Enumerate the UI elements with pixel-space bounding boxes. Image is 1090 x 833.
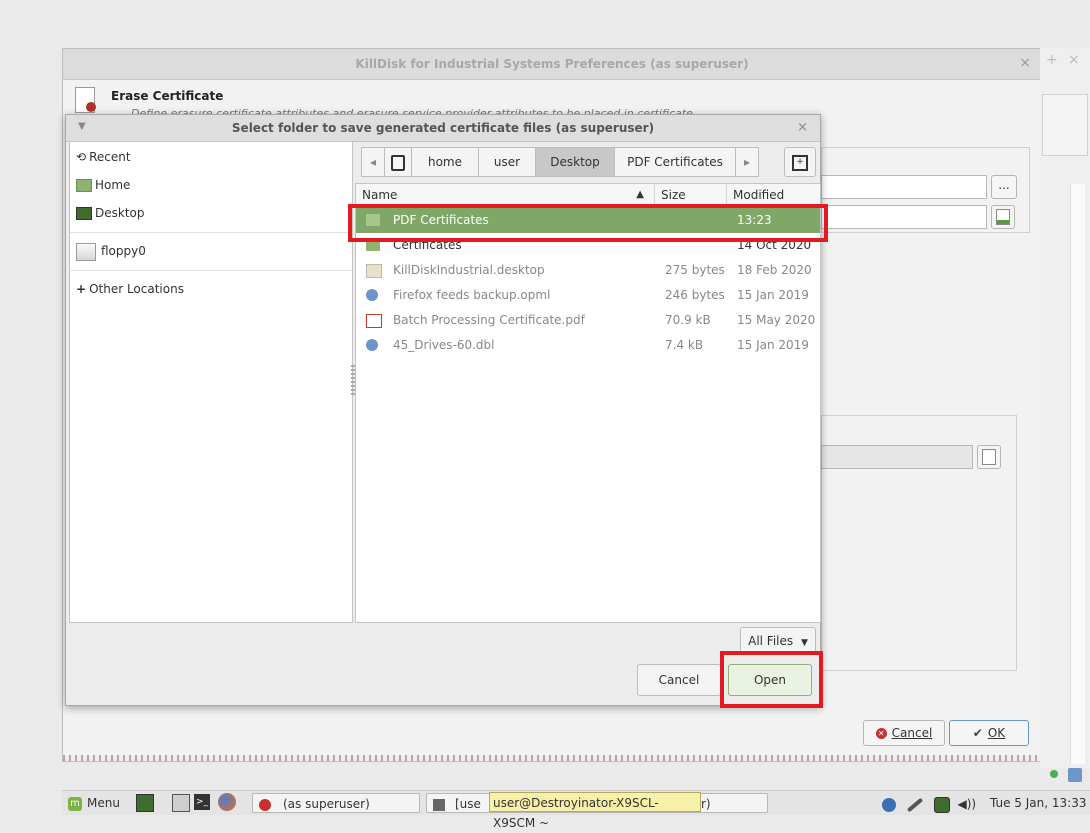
sidebar-item-home[interactable]: Home <box>76 174 130 196</box>
terminal-launcher-icon[interactable]: >_ <box>194 794 210 810</box>
sidebar-item-recent[interactable]: ⟲ Recent <box>76 146 131 168</box>
new-folder-button[interactable]: + <box>784 147 816 177</box>
preferences-titlebar: KillDisk for Industrial Systems Preferen… <box>63 49 1041 80</box>
side-scrollbar[interactable] <box>1070 184 1085 764</box>
firefox-launcher-icon[interactable] <box>218 793 236 811</box>
dialog-open-button[interactable]: Open <box>728 664 812 696</box>
preferences-ok-button[interactable]: ✔ OK <box>949 720 1029 746</box>
provider-pick-button[interactable] <box>977 445 1001 469</box>
plus-icon: + <box>76 282 87 296</box>
path-bar: ◂ home user Desktop PDF Certificates ▸ <box>361 147 816 177</box>
tray-icons: ◀)) <box>882 794 976 814</box>
list-item[interactable]: PDF Certificates 13:23 <box>356 208 820 233</box>
dialog-titlebar: ▼ Select folder to save generated certif… <box>66 115 820 142</box>
logo-path-field[interactable] <box>821 205 987 229</box>
menu-button[interactable]: m Menu <box>68 793 120 813</box>
chevron-down-icon: ▼ <box>800 638 808 648</box>
pane-resize-handle[interactable] <box>351 365 355 395</box>
provider-field[interactable] <box>821 445 973 469</box>
section-title: Erase Certificate <box>111 89 224 103</box>
volume-icon[interactable]: ◀)) <box>957 797 976 811</box>
preferences-title: KillDisk for Industrial Systems Preferen… <box>355 57 749 71</box>
files-launcher-icon[interactable] <box>172 794 190 812</box>
globe-icon <box>366 289 378 301</box>
shield-icon[interactable] <box>882 797 896 812</box>
pick-file-button[interactable] <box>991 205 1015 229</box>
crumb-pdf-certificates[interactable]: PDF Certificates <box>614 147 736 177</box>
certificate-path-field[interactable] <box>821 175 987 199</box>
column-modified[interactable]: Modified <box>727 184 820 206</box>
side-close-icon[interactable]: × <box>1068 52 1080 68</box>
globe-icon <box>366 339 378 351</box>
taskbar-window-preferences[interactable]: (as superuser) <box>252 793 420 813</box>
folder-icon <box>366 239 380 251</box>
sidebar-separator <box>70 270 352 271</box>
places-sidebar: ⟲ Recent Home Desktop floppy0 + Other Loca… <box>69 141 353 623</box>
file-pick-icon <box>982 449 996 465</box>
file-list-header: Name ▲ Size Modified <box>356 184 820 207</box>
mint-logo-icon: m <box>68 796 82 811</box>
column-size[interactable]: Size <box>655 184 727 206</box>
dialog-title: Select folder to save generated certific… <box>231 121 655 135</box>
desktop-file-icon <box>366 264 382 278</box>
new-folder-icon: + <box>792 154 808 171</box>
preferences-close-icon[interactable]: × <box>1019 55 1031 71</box>
dialog-cancel-button[interactable]: Cancel <box>637 664 721 696</box>
file-filter-dropdown[interactable]: All Files ▼ <box>740 627 816 655</box>
preferences-cancel-button[interactable]: ✕ Cancel <box>863 720 945 746</box>
network-icon <box>1068 768 1082 782</box>
column-name[interactable]: Name ▲ <box>356 184 655 206</box>
sidebar-item-other-locations[interactable]: + Other Locations <box>76 278 184 300</box>
drive-root-icon <box>391 154 405 171</box>
home-icon <box>76 179 92 192</box>
browse-button[interactable]: ... <box>991 175 1017 199</box>
side-plus-icon: + <box>1046 52 1058 68</box>
clock[interactable]: Tue 5 Jan, 13:33 <box>990 793 1086 813</box>
app-icon <box>259 798 271 811</box>
pdf-icon <box>366 314 382 328</box>
folder-chooser-dialog: ▼ Select folder to save generated certif… <box>65 114 821 706</box>
sidebar-separator <box>70 232 352 233</box>
path-back-button[interactable]: ◂ <box>361 147 385 177</box>
crumb-home[interactable]: home <box>411 147 479 177</box>
network-tray-icon[interactable] <box>906 797 924 812</box>
list-item[interactable]: Certificates 14 Oct 2020 <box>356 233 820 258</box>
desktop-icon <box>76 207 92 220</box>
sidebar-item-floppy0[interactable]: floppy0 <box>76 240 146 262</box>
crumb-user[interactable]: user <box>478 147 536 177</box>
drive-icon <box>76 242 96 261</box>
file-list: Name ▲ Size Modified PDF Certificates 13… <box>355 183 821 623</box>
side-window-strip: + × <box>1040 48 1090 782</box>
list-item[interactable]: KillDiskIndustrial.desktop 275 bytes 18 … <box>356 258 820 283</box>
show-desktop-icon[interactable] <box>136 794 154 812</box>
check-icon: ✔ <box>972 726 983 740</box>
certificate-icon <box>75 87 96 113</box>
side-panel <box>1042 94 1088 156</box>
terminal-icon <box>433 798 445 811</box>
chevron-left-icon: ◂ <box>369 155 377 169</box>
list-item[interactable]: Firefox feeds backup.opml 246 bytes 15 J… <box>356 283 820 308</box>
status-dot-icon <box>1050 770 1058 778</box>
status-strip <box>63 755 1041 761</box>
dialog-close-icon[interactable]: × <box>797 120 808 135</box>
cancel-icon: ✕ <box>875 728 887 739</box>
sidebar-item-desktop[interactable]: Desktop <box>76 202 145 224</box>
crumb-desktop[interactable]: Desktop <box>535 147 615 177</box>
sort-ascending-icon: ▲ <box>636 189 644 200</box>
path-forward-button[interactable]: ▸ <box>735 147 759 177</box>
terminal-tooltip: user@Destroyinator-X9SCL-X9SCM ~ <box>489 792 701 830</box>
file-pick-icon <box>996 209 1010 225</box>
chevron-right-icon: ▸ <box>743 155 751 169</box>
path-root-button[interactable] <box>384 147 412 177</box>
list-item[interactable]: 45_Drives-60.dbl 7.4 kB 15 Jan 2019 <box>356 333 820 358</box>
folder-icon <box>366 214 380 226</box>
list-item[interactable]: Batch Processing Certificate.pdf 70.9 kB… <box>356 308 820 333</box>
display-icon[interactable] <box>933 796 950 813</box>
history-icon: ⟲ <box>76 150 87 164</box>
